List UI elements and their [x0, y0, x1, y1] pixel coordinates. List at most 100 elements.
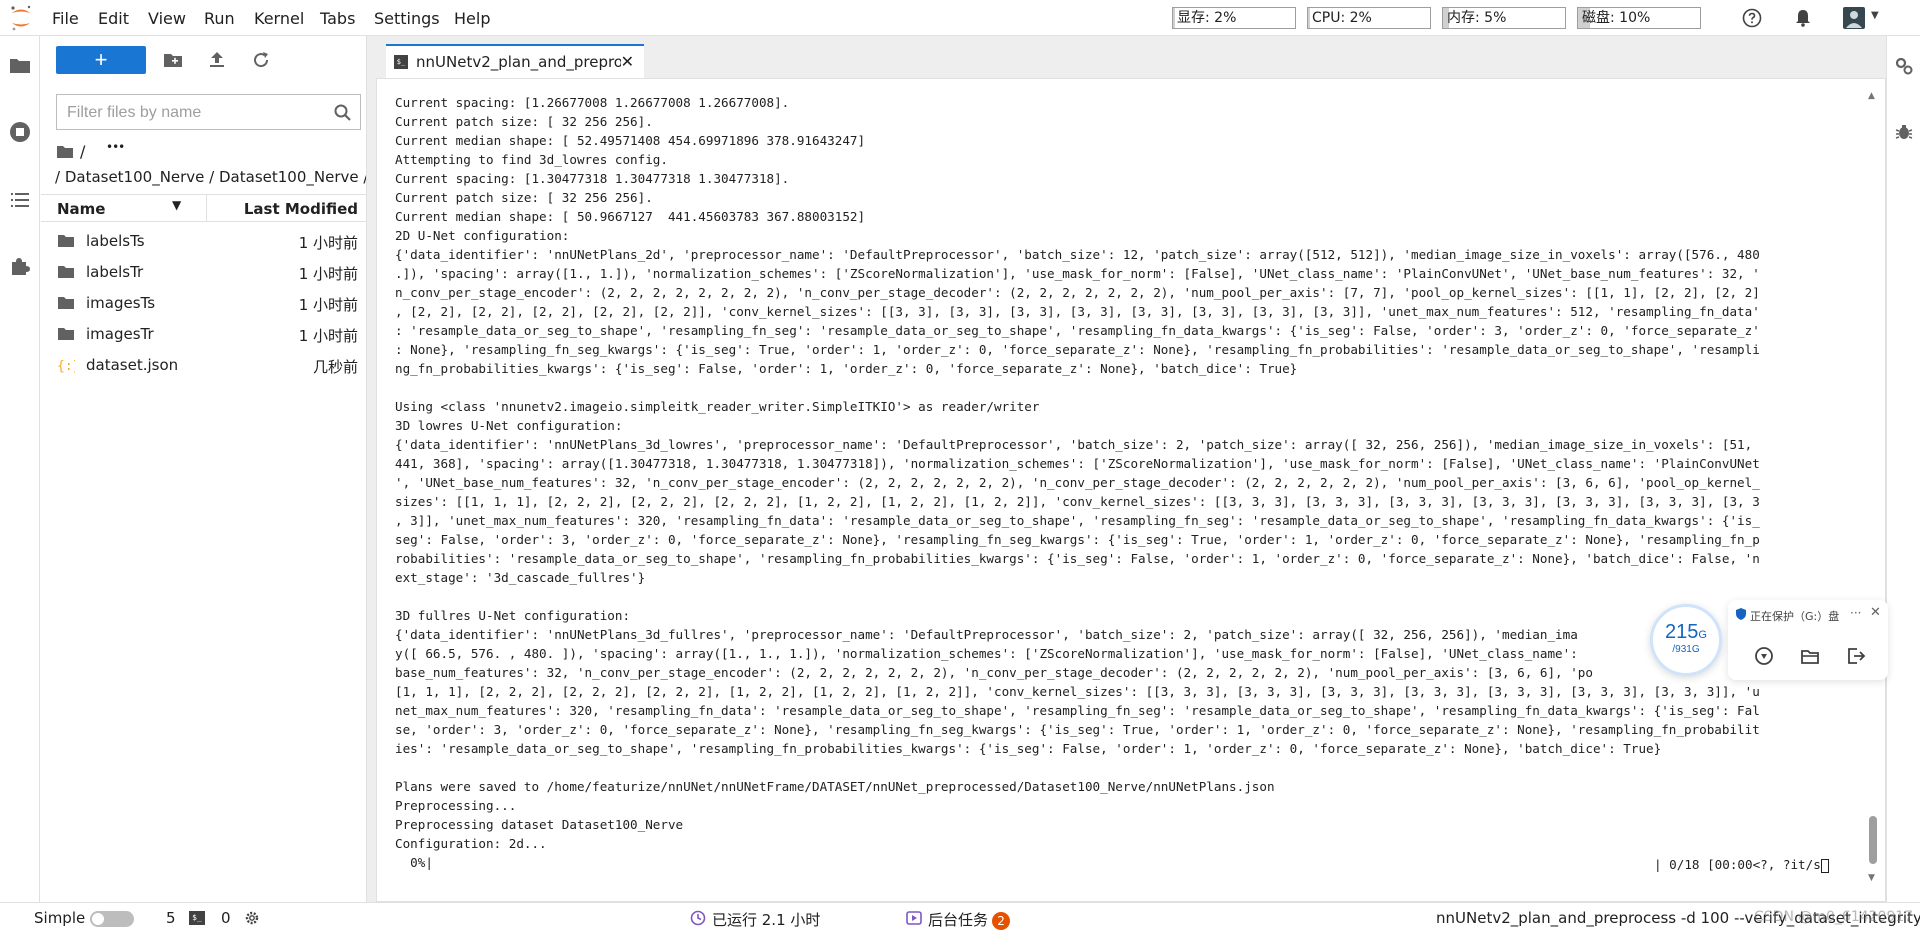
kernel-count[interactable]: 5: [166, 909, 176, 927]
scroll-up-icon[interactable]: ▲: [1868, 91, 1875, 101]
file-modified: 1 小时前: [298, 265, 358, 283]
search-icon: [334, 104, 351, 121]
menu-help[interactable]: Help: [454, 9, 490, 28]
simple-mode-toggle[interactable]: [90, 911, 134, 927]
refresh-icon[interactable]: [251, 50, 271, 70]
avatar[interactable]: [1843, 7, 1865, 29]
tab-label: nnUNetv2_plan_and_preprocess: [416, 53, 621, 71]
terminal-panel[interactable]: Current spacing: [1.26677008 1.26677008 …: [376, 78, 1886, 902]
column-modified-header[interactable]: Last Modified: [244, 200, 358, 218]
new-folder-icon[interactable]: [163, 50, 183, 70]
scroll-down-icon[interactable]: ▼: [1868, 873, 1875, 883]
simple-mode-label: Simple: [34, 909, 86, 927]
clean-icon[interactable]: [1754, 646, 1774, 666]
file-row-imagestr[interactable]: imagesTr 1 小时前: [41, 319, 366, 349]
folder-icon: [58, 328, 74, 340]
disk-usage-circle[interactable]: 215G /931G: [1650, 604, 1722, 676]
column-name-header[interactable]: Name: [57, 200, 105, 218]
menu-tabs[interactable]: Tabs: [320, 9, 355, 28]
file-name: labelsTs: [86, 232, 145, 250]
property-inspector-icon[interactable]: [1894, 56, 1914, 76]
left-activity-bar: [0, 36, 40, 902]
disk-label: 磁盘: 10%: [1582, 10, 1651, 26]
disk-used-value: 215G: [1665, 621, 1707, 643]
bell-icon[interactable]: [1793, 8, 1813, 28]
terminal-icon: $_: [189, 911, 205, 925]
running-icon[interactable]: [8, 120, 32, 144]
panel-splitter[interactable]: [366, 36, 376, 902]
menu-run[interactable]: Run: [204, 9, 235, 28]
gpu-memory-meter: 显存: 2%: [1172, 7, 1296, 29]
progress-text: | 0/18 [00:00<?, ?it/s: [1654, 857, 1821, 872]
status-bar: Simple 5 $_ 0 已运行 2.1 小时 后台任务 2 nnUNetv2_…: [0, 902, 1920, 932]
menu-file[interactable]: File: [52, 9, 79, 28]
exit-icon[interactable]: [1846, 646, 1866, 666]
shield-icon: [1736, 608, 1746, 620]
tab-bar: $_ nnUNetv2_plan_and_preprocess ✕: [376, 36, 1886, 78]
gpu-memory-meter-fill: [1173, 8, 1176, 28]
menu-settings[interactable]: Settings: [374, 9, 440, 28]
help-icon[interactable]: [1742, 8, 1762, 28]
terminal-output[interactable]: Current spacing: [1.26677008 1.26677008 …: [395, 93, 1835, 872]
tab-terminal[interactable]: $_ nnUNetv2_plan_and_preprocess ✕: [386, 44, 644, 78]
menu-view[interactable]: View: [148, 9, 186, 28]
folder-icon[interactable]: [8, 54, 32, 78]
open-folder-icon[interactable]: [1800, 646, 1820, 666]
cpu-label: CPU: 2%: [1312, 10, 1372, 26]
menu-edit[interactable]: Edit: [98, 9, 129, 28]
jupyter-logo-icon[interactable]: [9, 4, 33, 32]
svg-text:{:}: {:}: [57, 359, 75, 373]
scrollbar-thumb[interactable]: [1869, 816, 1877, 864]
filter-files-input[interactable]: [67, 102, 327, 124]
ram-label: 内存: 5%: [1447, 10, 1507, 26]
disk-protection-panel: 正在保护（G:）盘 ··· ✕: [1728, 600, 1888, 680]
ram-meter: 内存: 5%: [1442, 7, 1566, 29]
upload-icon[interactable]: [207, 50, 227, 70]
json-file-icon: {:}: [57, 359, 75, 373]
file-name: imagesTs: [86, 294, 156, 312]
watermark-text: CSDN @m0_61420917: [1754, 909, 1914, 925]
folder-icon[interactable]: [56, 144, 74, 160]
more-options-button[interactable]: ···: [1850, 606, 1861, 620]
terminal-scrollbar[interactable]: ▲ ▼: [1867, 91, 1879, 883]
terminal-progress-readout: | 0/18 [00:00<?, ?it/s: [1654, 857, 1829, 873]
menu-kernel[interactable]: Kernel: [254, 9, 304, 28]
file-row-labelsts[interactable]: labelsTs 1 小时前: [41, 226, 366, 256]
extension-icon[interactable]: [8, 254, 32, 278]
file-name: labelsTr: [86, 263, 144, 281]
debugger-icon[interactable]: [1894, 122, 1914, 142]
breadcrumb-slash[interactable]: /: [80, 142, 85, 161]
folder-icon: [58, 297, 74, 309]
cpu-meter-fill: [1308, 8, 1311, 28]
file-modified: 1 小时前: [298, 234, 358, 252]
close-icon[interactable]: ✕: [1870, 605, 1881, 620]
disk-meter: 磁盘: 10%: [1577, 7, 1701, 29]
terminal-cursor: [1820, 858, 1829, 873]
close-icon[interactable]: ✕: [621, 52, 634, 71]
file-row-imagests[interactable]: imagesTs 1 小时前: [41, 288, 366, 318]
file-modified: 1 小时前: [298, 327, 358, 345]
file-modified: 1 小时前: [298, 296, 358, 314]
sort-caret-icon[interactable]: ▼: [172, 198, 181, 212]
disk-usage-widget[interactable]: 215G /931G 正在保护（G:）盘 ··· ✕: [1650, 600, 1890, 680]
running-time: 已运行 2.1 小时: [712, 911, 821, 929]
terminal-count[interactable]: 0: [221, 909, 231, 927]
file-name: imagesTr: [86, 325, 154, 343]
protection-status-text: 正在保护（G:）盘: [1750, 610, 1840, 623]
gear-icon[interactable]: [244, 910, 260, 926]
chevron-down-icon[interactable]: ▼: [1871, 10, 1879, 21]
file-row-dataset-json[interactable]: {:} dataset.json 几秒前: [41, 350, 366, 380]
column-divider[interactable]: [206, 195, 207, 221]
folder-icon: [58, 235, 74, 247]
new-launcher-button[interactable]: +: [56, 46, 146, 74]
file-modified: 几秒前: [312, 358, 358, 376]
file-filter-box: [56, 94, 361, 130]
breadcrumb[interactable]: / Dataset100_Nerve / Dataset100_Nerve /: [55, 168, 368, 186]
terminal-icon: $_: [394, 55, 408, 69]
toc-icon[interactable]: [8, 188, 32, 212]
breadcrumb-more-button[interactable]: •••: [106, 140, 125, 154]
file-row-labelstr[interactable]: labelsTr 1 小时前: [41, 257, 366, 287]
background-tasks[interactable]: 后台任务 2: [928, 909, 1011, 930]
file-name: dataset.json: [86, 356, 179, 374]
gpu-memory-label: 显存: 2%: [1177, 10, 1237, 26]
